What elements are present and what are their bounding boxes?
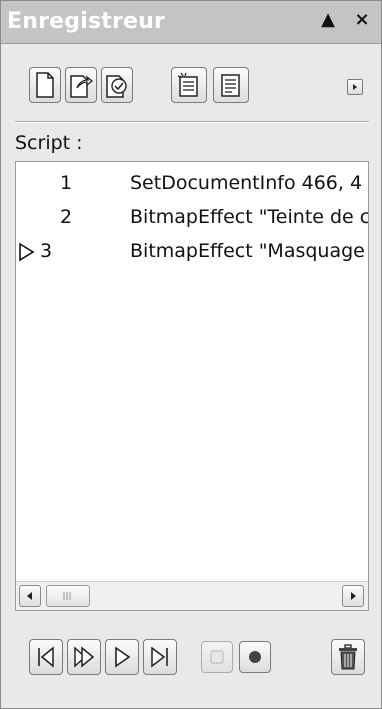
row-number: 3 bbox=[40, 240, 53, 262]
stop-button[interactable] bbox=[201, 641, 233, 673]
delete-icon bbox=[339, 644, 357, 670]
horizontal-scrollbar[interactable] bbox=[16, 581, 368, 610]
script-command-list[interactable]: 1 SetDocumentInfo 466, 4 2 BitmapEffect … bbox=[15, 161, 369, 611]
record-icon bbox=[249, 651, 261, 663]
scroll-left-button[interactable] bbox=[19, 585, 41, 607]
record-button[interactable] bbox=[239, 641, 271, 673]
play-icon bbox=[115, 646, 131, 668]
recorder-docker: Enregistreur ▲ × Script: 1 SetDocumentI… bbox=[0, 0, 382, 709]
arrow-left-icon bbox=[27, 592, 32, 600]
docker-title: Enregistreur bbox=[7, 9, 166, 34]
stop-icon bbox=[210, 650, 224, 664]
script-properties-icon bbox=[221, 74, 240, 97]
save-script-button[interactable] bbox=[101, 67, 133, 103]
grip-icon bbox=[63, 592, 71, 600]
script-row[interactable]: 1 SetDocumentInfo 466, 4 bbox=[16, 169, 368, 203]
rewind-to-start-button[interactable] bbox=[29, 639, 63, 675]
row-command: BitmapEffect "Teinte de c bbox=[130, 206, 368, 228]
step-button[interactable] bbox=[67, 639, 101, 675]
scrollbar-thumb[interactable] bbox=[46, 585, 90, 607]
new-script-button[interactable] bbox=[29, 67, 61, 103]
insert-script-icon bbox=[177, 72, 198, 97]
skip-to-end-button[interactable] bbox=[143, 639, 177, 675]
flyout-menu-button[interactable] bbox=[347, 79, 363, 95]
script-properties-button[interactable] bbox=[213, 67, 249, 103]
scroll-right-button[interactable] bbox=[342, 585, 364, 607]
rewind-to-start-icon bbox=[38, 646, 54, 668]
toolbar-divider bbox=[15, 121, 369, 123]
collapse-docker-button[interactable]: ▲ bbox=[317, 9, 339, 31]
new-document-icon bbox=[36, 72, 54, 98]
save-document-icon bbox=[106, 75, 127, 98]
open-document-icon bbox=[70, 75, 93, 98]
row-command: SetDocumentInfo 466, 4 bbox=[130, 172, 363, 194]
script-row[interactable]: 3 BitmapEffect "Masquage bbox=[16, 237, 368, 271]
delete-button[interactable] bbox=[331, 639, 365, 675]
row-number: 2 bbox=[60, 206, 73, 228]
play-button[interactable] bbox=[105, 639, 139, 675]
arrow-right-icon bbox=[351, 592, 356, 600]
skip-to-end-icon bbox=[151, 646, 168, 668]
script-label: Script : bbox=[15, 132, 83, 154]
flyout-menu-icon bbox=[353, 84, 357, 90]
close-docker-button[interactable]: × bbox=[351, 9, 373, 31]
row-command: BitmapEffect "Masquage bbox=[130, 240, 365, 262]
docker-title-bar: Enregistreur ▲ × bbox=[1, 1, 381, 44]
open-script-button[interactable] bbox=[65, 67, 97, 103]
current-step-icon bbox=[19, 242, 35, 262]
script-row[interactable]: 2 BitmapEffect "Teinte de c bbox=[16, 203, 368, 237]
insert-script-button[interactable] bbox=[171, 67, 207, 103]
row-number: 1 bbox=[60, 172, 73, 194]
step-icon bbox=[74, 646, 95, 668]
